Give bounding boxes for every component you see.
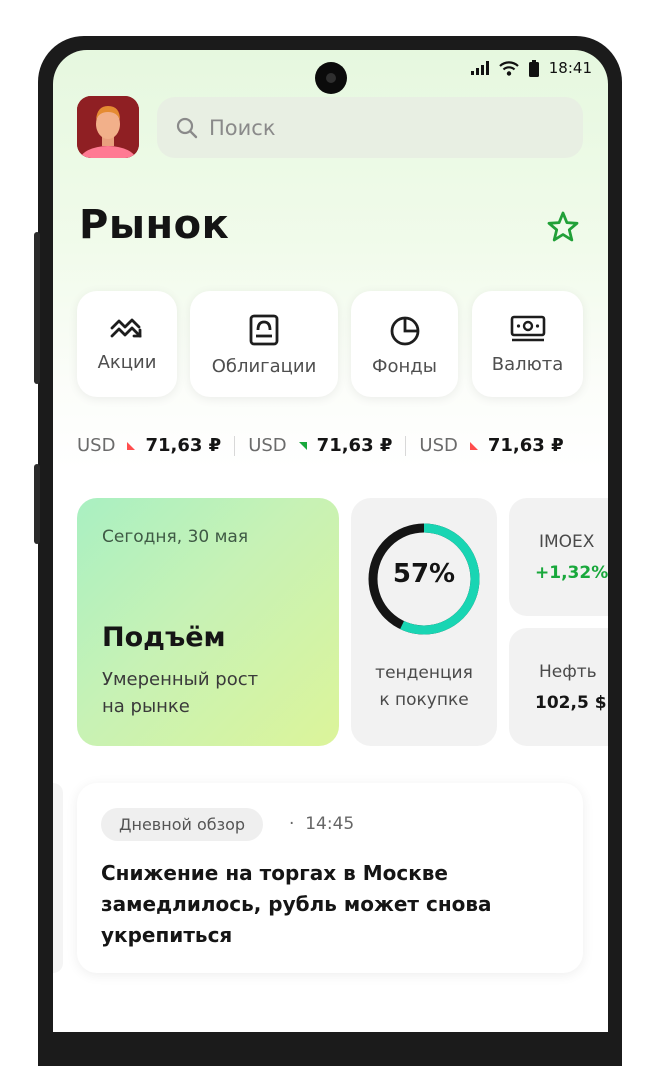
- favorite-star-icon[interactable]: [546, 210, 580, 244]
- ticker-value: 71,63 ₽: [145, 435, 222, 456]
- today-date: Сегодня, 30 мая: [102, 527, 249, 547]
- page-title: Рынок: [79, 202, 230, 248]
- search-bar[interactable]: Поиск: [157, 97, 583, 158]
- signal-icon: [470, 61, 489, 75]
- status-time: 18:41: [548, 59, 592, 77]
- previous-news-card[interactable]: [53, 783, 63, 973]
- ticker-value: 71,63 ₽: [487, 435, 564, 456]
- category-label: Фонды: [372, 356, 437, 377]
- search-placeholder: Поиск: [209, 115, 276, 140]
- today-description-line: на рынке: [102, 696, 190, 717]
- category-label: Валюта: [491, 354, 564, 375]
- index-name: Нефть: [539, 662, 597, 682]
- news-card[interactable]: Дневной обзор · 14:45 Снижение на торгах…: [77, 783, 583, 973]
- category-label: Облигации: [211, 356, 317, 377]
- down-arrow-icon: [127, 441, 136, 450]
- up-arrow-icon: [298, 441, 307, 450]
- tendency-value: 57%: [392, 559, 456, 589]
- category-bonds[interactable]: Облигации: [190, 291, 338, 397]
- today-description-line: Умеренный рост: [102, 669, 259, 690]
- search-icon: [173, 114, 201, 142]
- power-button: [34, 464, 40, 544]
- ticker-currency: USD: [419, 435, 458, 456]
- news-time: · 14:45: [289, 814, 355, 834]
- category-currency[interactable]: Валюта: [472, 291, 583, 397]
- index-card-oil[interactable]: Нефть 102,5 $: [509, 628, 608, 746]
- tendency-label-line: к покупке: [379, 690, 469, 710]
- currency-icon: [510, 315, 545, 342]
- battery-icon: [528, 59, 539, 77]
- stocks-icon: [110, 318, 142, 338]
- tendency-label-line: тенденция: [375, 663, 473, 683]
- ticker-currency: USD: [77, 435, 116, 456]
- index-value: 102,5 $: [535, 693, 607, 713]
- news-tag: Дневной обзор: [101, 808, 264, 841]
- index-card-imoex[interactable]: IMOEX +1,32%: [509, 498, 608, 616]
- index-value: +1,32%: [535, 563, 608, 583]
- divider: [405, 435, 407, 456]
- avatar[interactable]: [77, 96, 139, 158]
- ticker-currency: USD: [248, 435, 287, 456]
- bonds-icon: [249, 314, 279, 346]
- ticker-value: 71,63 ₽: [316, 435, 393, 456]
- today-headline: Подъём: [102, 622, 226, 653]
- news-time-value: 14:45: [305, 814, 355, 834]
- volume-button: [34, 232, 40, 384]
- category-label: Акции: [97, 352, 157, 373]
- category-stocks[interactable]: Акции: [77, 291, 177, 397]
- app-screen: 18:41 Поиск Рынок Акции Облигации Фонды …: [53, 50, 608, 1032]
- avatar-image: [77, 96, 139, 158]
- wifi-icon: [499, 60, 519, 76]
- tendency-card[interactable]: 57% тенденция к покупке: [351, 498, 497, 746]
- index-name: IMOEX: [539, 532, 595, 552]
- news-title: Снижение на торгах в Москве замедлилось,…: [101, 861, 492, 947]
- down-arrow-icon: [469, 441, 478, 450]
- currency-ticker[interactable]: USD 71,63 ₽ USD 71,63 ₽ USD 71,63 ₽: [77, 435, 564, 456]
- market-today-card[interactable]: Сегодня, 30 мая Подъём Умеренный рост на…: [77, 498, 339, 746]
- status-bar: 18:41: [470, 59, 592, 77]
- today-description: Умеренный рост на рынке: [102, 666, 258, 720]
- divider: [234, 435, 236, 456]
- tendency-label: тенденция к покупке: [351, 660, 497, 714]
- funds-icon: [390, 316, 419, 346]
- front-camera: [315, 62, 347, 94]
- category-funds[interactable]: Фонды: [351, 291, 458, 397]
